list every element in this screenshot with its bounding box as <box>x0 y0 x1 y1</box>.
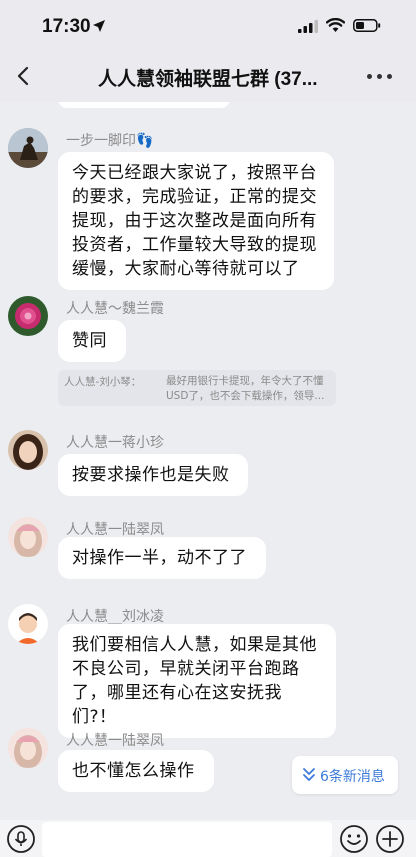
location-arrow-icon <box>93 20 105 32</box>
avatar[interactable] <box>8 296 48 336</box>
quoted-reply[interactable]: 人人慧-刘小琴： 最好用银行卡提现，年令大了不懂 USD了，也不会下载操作，领导… <box>58 370 336 406</box>
sender-name: 人人慧一陆翠凤 <box>66 522 164 538</box>
sender-name: 一步一脚印👣 <box>66 133 154 149</box>
message-text: 也不懂怎么操作 <box>72 761 195 781</box>
battery-icon <box>353 19 381 32</box>
chevron-left-icon[interactable] <box>12 62 36 90</box>
chat-header: 人人慧领袖联盟七群 (37... <box>0 50 416 102</box>
avatar[interactable] <box>8 430 48 470</box>
avatar[interactable] <box>8 604 48 644</box>
sender-name: 人人慧一蒋小珍 <box>66 435 164 451</box>
message-bubble[interactable] <box>58 102 230 108</box>
message-bubble[interactable]: 我们要相信人人慧，如果是其他 不良公司，早就关闭平台跑路 了，哪里还有心在这安抚… <box>58 624 336 738</box>
new-messages-label: 6条新消息 <box>320 769 385 785</box>
message-bubble[interactable]: 赞同 <box>58 320 126 362</box>
message-text: 不良公司，早就关闭平台跑路 <box>72 659 300 679</box>
sender-name: 人人慧一陆翠凤 <box>66 733 164 749</box>
avatar[interactable] <box>8 128 48 168</box>
message-text: 按要求操作也是失败 <box>72 465 230 485</box>
message-text: 了，哪里还有心在这安抚我们?！ <box>72 683 282 727</box>
sender-name: 人人慧～魏兰霞 <box>66 301 164 317</box>
message-input[interactable] <box>42 822 332 857</box>
avatar[interactable] <box>8 517 48 557</box>
signal-icon <box>298 20 318 33</box>
double-chevron-down-icon <box>303 768 315 781</box>
message-bubble[interactable]: 按要求操作也是失败 <box>58 454 248 496</box>
quote-text: 最好用银行卡提现，年令大了不懂 USD了，也不会下载操作，领导... <box>166 374 332 404</box>
status-time: 17:30 <box>42 16 91 37</box>
message-text: 我们要相信人人慧，如果是其他 <box>72 635 317 655</box>
emoji-icon[interactable] <box>339 824 369 854</box>
message-text: 赞同 <box>72 331 107 351</box>
message-text: 缓慢，大家耐心等待就可以了 <box>72 259 300 279</box>
message-text: 对操作一半，动不了了 <box>72 548 247 568</box>
message-bubble[interactable]: 对操作一半，动不了了 <box>58 537 266 579</box>
message-text: 今天已经跟大家说了，按照平台 <box>72 163 317 183</box>
quote-line: 最好用银行卡提现，年令大了不懂 <box>166 375 324 387</box>
wifi-icon <box>326 18 345 32</box>
message-bubble[interactable]: 也不懂怎么操作 <box>58 750 214 792</box>
new-messages-button[interactable]: 6条新消息 <box>292 756 398 794</box>
message-text: 提现，由于这次整改是面向所有 <box>72 211 317 231</box>
message-text: 投资者，工作量较大导致的提现 <box>72 235 317 255</box>
voice-icon[interactable] <box>6 824 36 854</box>
message-text: 的要求，完成验证，正常的提交 <box>72 187 317 207</box>
sender-name: 人人慧__刘冰凌 <box>66 609 164 625</box>
quote-sender: 人人慧-刘小琴： <box>64 376 142 388</box>
status-bar: 17:30 <box>0 0 416 50</box>
more-dots-icon[interactable] <box>367 74 397 82</box>
avatar[interactable] <box>8 728 48 768</box>
message-bubble[interactable]: 今天已经跟大家说了，按照平台 的要求，完成验证，正常的提交 提现，由于这次整改是… <box>58 152 334 290</box>
input-bar <box>0 820 416 857</box>
chat-title[interactable]: 人人慧领袖联盟七群 (37... <box>98 64 328 91</box>
plus-icon[interactable] <box>375 824 405 854</box>
chat-area[interactable]: 一步一脚印👣 今天已经跟大家说了，按照平台 的要求，完成验证，正常的提交 提现，… <box>0 102 416 820</box>
quote-line: USD了，也不会下载操作，领导... <box>166 390 325 402</box>
